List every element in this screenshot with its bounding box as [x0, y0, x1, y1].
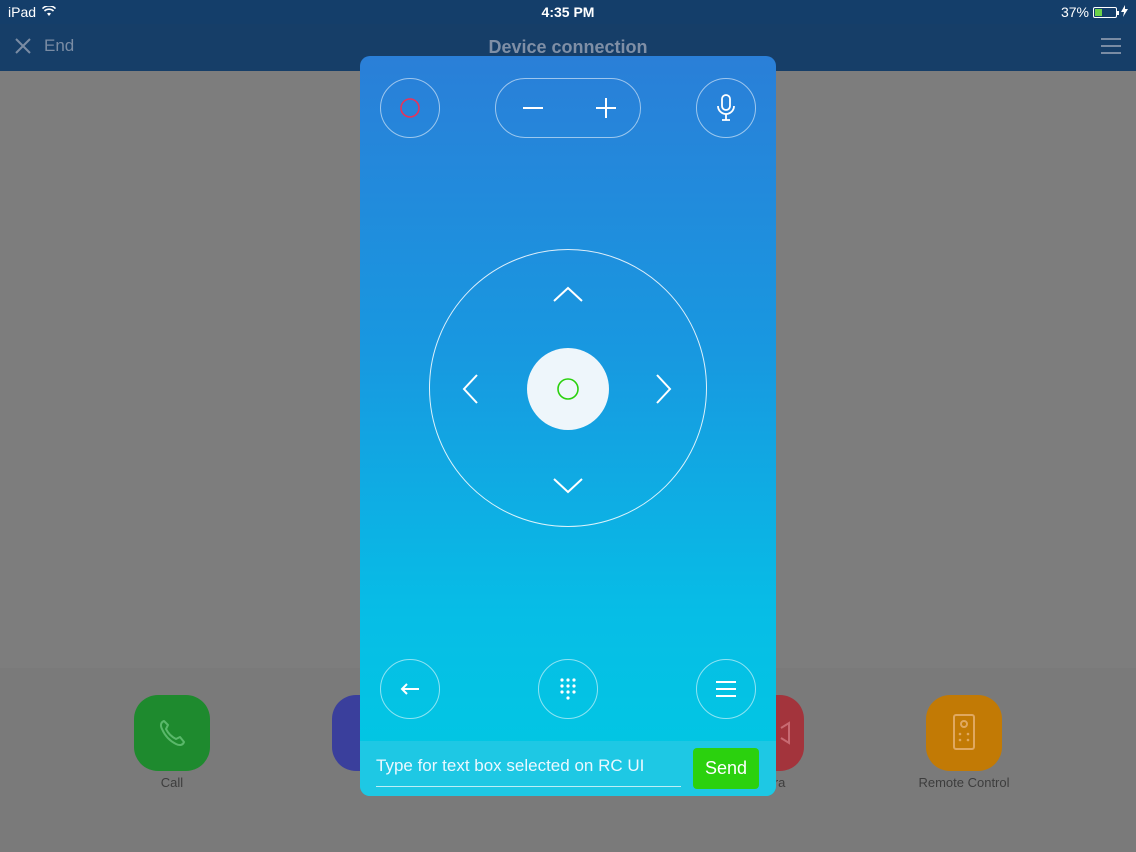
remote-control-app-button[interactable]: [926, 695, 1002, 771]
text-entry-row: Send: [360, 741, 776, 796]
power-button[interactable]: [380, 78, 440, 138]
arrow-left-icon: [400, 683, 419, 695]
chevron-up-icon: [553, 286, 583, 302]
menu-button[interactable]: [1100, 37, 1122, 60]
keypad-icon: [560, 678, 576, 700]
remote-control-app-label: Remote Control: [918, 775, 1010, 790]
ok-button[interactable]: [527, 348, 609, 430]
menu-remote-button[interactable]: [696, 659, 756, 719]
minus-icon: [522, 107, 543, 109]
chevron-down-icon: [553, 478, 583, 494]
remote-control-panel: Send: [360, 56, 776, 796]
call-app-button[interactable]: [134, 695, 210, 771]
dpad-down-button[interactable]: [548, 466, 588, 506]
dpad-up-button[interactable]: [548, 274, 588, 314]
voice-button[interactable]: [696, 78, 756, 138]
volume-up-button[interactable]: [569, 79, 642, 137]
volume-down-button[interactable]: [496, 79, 569, 137]
dpad-right-button[interactable]: [644, 369, 684, 409]
battery-percent: 37%: [1060, 4, 1089, 20]
hamburger-icon: [1101, 38, 1121, 54]
list-icon: [716, 681, 736, 697]
phone-icon: [159, 720, 185, 747]
power-icon: [400, 98, 420, 118]
ok-circle-icon: [557, 378, 579, 400]
volume-control: [495, 78, 641, 138]
chevron-left-icon: [462, 374, 478, 404]
dpad-left-button[interactable]: [450, 369, 490, 409]
remote-icon: [953, 714, 975, 750]
microphone-icon: [717, 94, 735, 121]
call-app-label: Call: [160, 775, 184, 790]
clock: 4:35 PM: [541, 4, 595, 20]
numpad-button[interactable]: [538, 659, 598, 719]
back-button[interactable]: [380, 659, 440, 719]
remote-text-input[interactable]: [376, 745, 681, 787]
chevron-right-icon: [656, 374, 672, 404]
page-title: Device connection: [488, 37, 648, 57]
send-button[interactable]: Send: [693, 748, 759, 789]
status-bar: iPad 4:35 PM 37%: [0, 0, 1136, 24]
plus-icon: [595, 98, 616, 118]
battery-icon: [1093, 6, 1119, 18]
charging-icon: [1121, 4, 1128, 20]
